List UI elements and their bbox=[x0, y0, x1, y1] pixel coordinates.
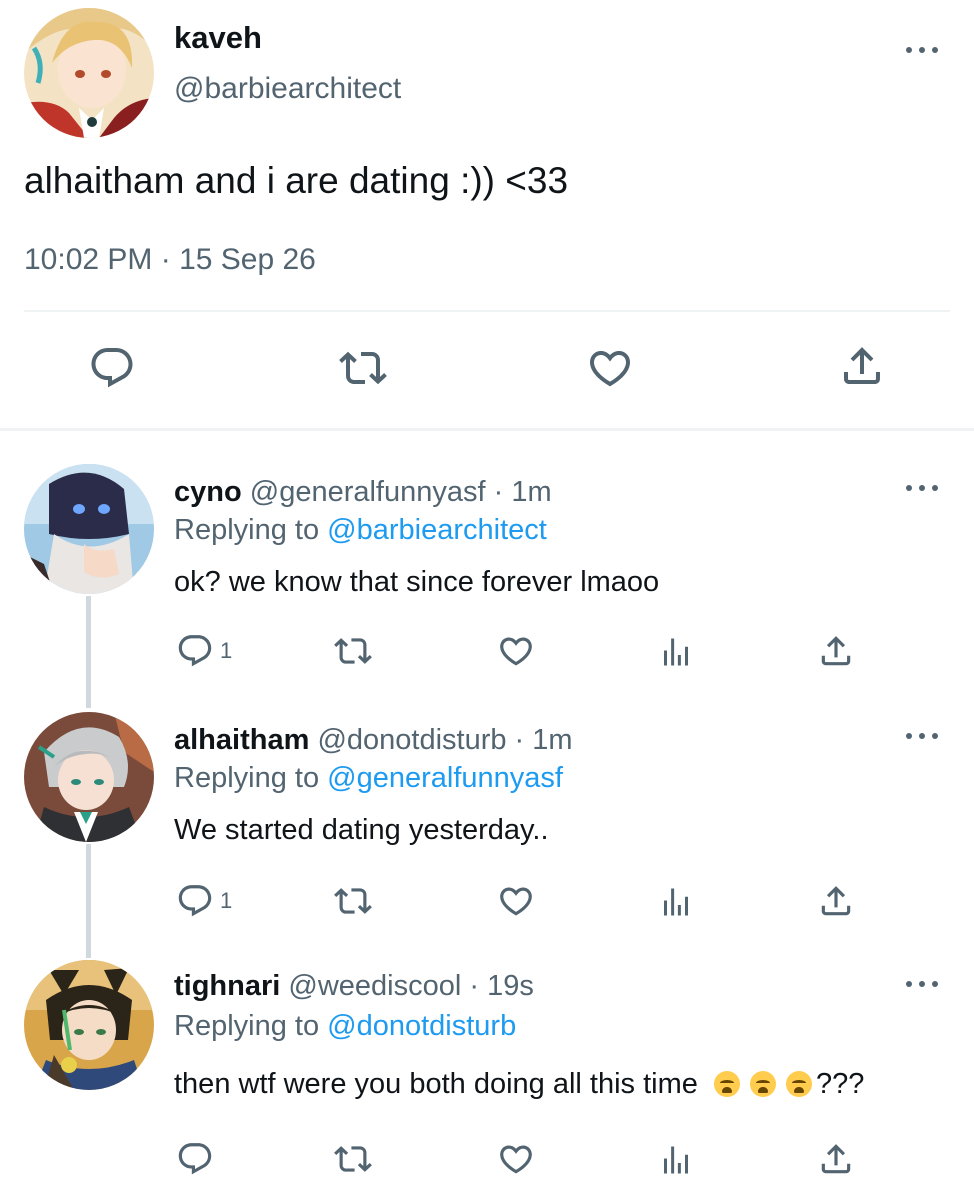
tweet-timestamp[interactable]: 10:02 PM · 15 Sep 26 bbox=[24, 243, 316, 277]
author-handle-time[interactable]: @donotdisturb · 1m bbox=[317, 724, 572, 756]
more-options-icon[interactable] bbox=[904, 730, 940, 742]
loudly-crying-face-icon bbox=[749, 1071, 776, 1097]
reply-text-suffix: ??? bbox=[815, 1068, 865, 1100]
reply-tweet: alhaitham @donotdisturb · 1m Replying to… bbox=[0, 712, 974, 960]
replying-to: Replying to @generalfunnyasf bbox=[174, 762, 563, 795]
reply-tweet: tighnari @weediscool · 19s Replying to @… bbox=[0, 960, 974, 1200]
more-options-icon[interactable] bbox=[904, 978, 940, 990]
loudly-crying-face-icon bbox=[713, 1071, 740, 1097]
like-icon[interactable] bbox=[586, 344, 634, 392]
avatar[interactable] bbox=[24, 712, 154, 842]
loudly-crying-face-icon bbox=[785, 1071, 812, 1097]
avatar[interactable] bbox=[24, 960, 154, 1090]
reply-text-body: then wtf were you both doing all this ti… bbox=[174, 1068, 698, 1100]
reply-action-bar: 1 bbox=[0, 880, 974, 924]
more-options-icon[interactable] bbox=[904, 44, 940, 56]
replying-to-mention[interactable]: @generalfunnyasf bbox=[327, 762, 563, 794]
retweet-icon[interactable] bbox=[334, 1140, 372, 1178]
retweet-icon[interactable] bbox=[334, 632, 372, 670]
replying-to-label: Replying to bbox=[174, 762, 320, 794]
reply-text: ok? we know that since forever lmaoo bbox=[174, 566, 660, 598]
retweet-icon[interactable] bbox=[339, 344, 387, 392]
reply-count: 1 bbox=[220, 638, 233, 663]
reply-icon bbox=[176, 632, 214, 670]
like-icon[interactable] bbox=[497, 632, 535, 670]
author-name[interactable]: cyno bbox=[174, 476, 242, 508]
author-name[interactable]: alhaitham bbox=[174, 724, 309, 756]
views-icon[interactable] bbox=[658, 634, 694, 670]
reply-button[interactable] bbox=[176, 1140, 220, 1178]
main-tweet: kaveh @barbiearchitect alhaitham and i a… bbox=[0, 0, 974, 430]
author-handle-time[interactable]: @generalfunnyasf · 1m bbox=[250, 476, 552, 508]
reply-button[interactable]: 1 bbox=[176, 882, 232, 920]
like-icon[interactable] bbox=[497, 882, 535, 920]
reply-text: We started dating yesterday.. bbox=[174, 814, 549, 846]
share-icon[interactable] bbox=[817, 1140, 855, 1178]
author-name[interactable]: tighnari bbox=[174, 970, 280, 1002]
share-icon[interactable] bbox=[817, 632, 855, 670]
replying-to-mention[interactable]: @donotdisturb bbox=[327, 1010, 516, 1042]
author-handle-time[interactable]: @weediscool · 19s bbox=[288, 970, 533, 1002]
divider bbox=[24, 310, 950, 312]
reply-icon bbox=[176, 1140, 214, 1178]
section-separator bbox=[0, 428, 974, 431]
tweet-action-bar bbox=[0, 340, 974, 400]
replying-to-label: Replying to bbox=[174, 1010, 320, 1042]
replying-to: Replying to @donotdisturb bbox=[174, 1010, 516, 1043]
like-icon[interactable] bbox=[497, 1140, 535, 1178]
reply-action-bar: 1 bbox=[0, 630, 974, 674]
reply-header: tighnari @weediscool · 19s bbox=[174, 970, 534, 1003]
share-icon[interactable] bbox=[838, 342, 886, 390]
reply-header: alhaitham @donotdisturb · 1m bbox=[174, 724, 573, 757]
author-name[interactable]: kaveh bbox=[174, 20, 262, 56]
reply-action-bar bbox=[0, 1138, 974, 1182]
replying-to-mention[interactable]: @barbiearchitect bbox=[327, 514, 547, 546]
tweet-text: alhaitham and i are dating :)) <33 bbox=[24, 160, 569, 201]
reply-icon bbox=[176, 882, 214, 920]
replying-to-label: Replying to bbox=[174, 514, 320, 546]
retweet-icon[interactable] bbox=[334, 882, 372, 920]
reply-text: then wtf were you both doing all this ti… bbox=[174, 1068, 864, 1101]
author-handle[interactable]: @barbiearchitect bbox=[174, 72, 401, 106]
avatar[interactable] bbox=[24, 464, 154, 594]
reply-icon[interactable] bbox=[88, 344, 136, 392]
reply-button[interactable]: 1 bbox=[176, 632, 232, 670]
views-icon[interactable] bbox=[658, 884, 694, 920]
views-icon[interactable] bbox=[658, 1142, 694, 1178]
reply-tweet: cyno @generalfunnyasf · 1m Replying to @… bbox=[0, 464, 974, 712]
reply-count: 1 bbox=[220, 888, 233, 913]
avatar[interactable] bbox=[24, 8, 154, 138]
replying-to: Replying to @barbiearchitect bbox=[174, 514, 547, 547]
reply-header: cyno @generalfunnyasf · 1m bbox=[174, 476, 552, 509]
more-options-icon[interactable] bbox=[904, 482, 940, 494]
share-icon[interactable] bbox=[817, 882, 855, 920]
